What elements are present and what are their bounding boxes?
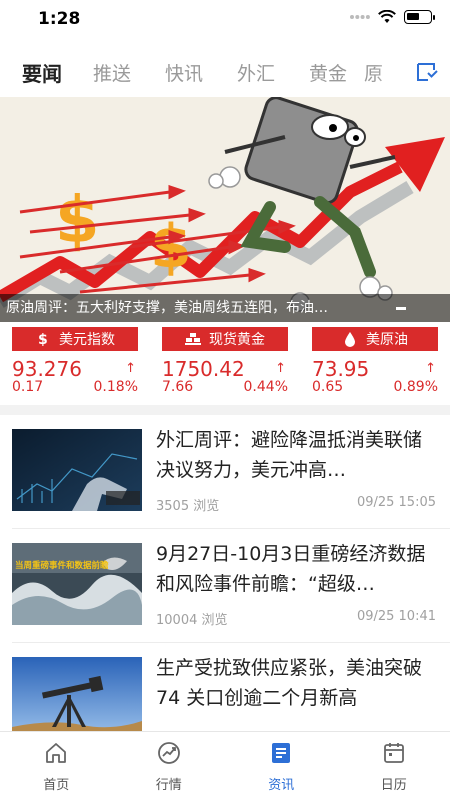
ticker-usd-index[interactable]: $ 美元指数 93.276 ↑ 0.17 0.18% <box>12 327 138 399</box>
edit-channels-button[interactable] <box>412 58 442 86</box>
home-icon <box>43 740 69 766</box>
news-views: 3505 浏览 <box>156 499 220 514</box>
tab-gold[interactable]: 黄金 <box>292 59 364 86</box>
news-time: 09/25 15:05 <box>356 495 436 510</box>
banner-caption-text: 原油周评：五大利好支撑，美油周线五连阳，布油… <box>6 300 328 316</box>
status-bar: 1:28 <box>0 0 450 42</box>
news-thumbnail <box>12 657 142 739</box>
ticker-percent: 0.18% <box>93 379 138 395</box>
status-time: 1:28 <box>38 9 81 29</box>
signal-dots-icon <box>350 15 370 19</box>
svg-text:$: $ <box>38 332 48 347</box>
ticker-price: 93.276 <box>12 357 82 381</box>
nav-market[interactable]: 行情 <box>113 732 226 800</box>
news-title: 外汇周评：避险降温抵消美联储决议努力，美元冲高… <box>156 429 423 481</box>
news-title: 生产受扰致供应紧张，美油突破 74 关口创逾二个月新高 <box>156 657 423 709</box>
nav-home[interactable]: 首页 <box>0 732 113 800</box>
news-thumbnail: 当周重磅事件和数据前瞻 <box>12 543 142 625</box>
gold-bars-icon <box>185 331 201 347</box>
ticker-percent: 0.44% <box>243 379 288 395</box>
nav-label: 行情 <box>155 778 182 793</box>
ticker-change: 7.66 <box>162 379 194 395</box>
status-icons <box>350 10 435 24</box>
news-item[interactable]: 当周重磅事件和数据前瞻 9月27日-10月3日重磅经济数据和风险事件前瞻：“超级… <box>0 529 450 643</box>
news-icon <box>268 740 294 766</box>
ticker-header: $ 美元指数 <box>12 327 138 351</box>
news-item[interactable]: 外汇周评：避险降温抵消美联储决议努力，美元冲高… 3505 浏览 09/25 1… <box>0 415 450 529</box>
up-arrow-icon: ↑ <box>125 361 136 376</box>
nav-calendar[interactable]: 日历 <box>338 732 450 800</box>
news-time: 09/25 10:41 <box>356 609 436 624</box>
market-chart-icon <box>156 740 182 766</box>
oil-drop-icon <box>342 331 358 347</box>
ticker-name: 美原油 <box>366 332 408 348</box>
news-thumbnail <box>12 429 142 511</box>
edit-channels-icon <box>417 63 438 81</box>
ticker-us-crude[interactable]: 美原油 73.95 ↑ 0.65 0.89% <box>312 327 438 399</box>
tab-push[interactable]: 推送 <box>76 59 148 86</box>
featured-banner[interactable]: $ $ 原油周评：五大利好支撑，美油周线五连阳，布油… <box>0 97 450 322</box>
nav-label: 日历 <box>380 778 407 793</box>
finance-hand-chart-image <box>12 429 142 511</box>
battery-icon <box>404 10 435 24</box>
nav-label: 资讯 <box>268 778 295 793</box>
bottom-nav: 首页 行情 资讯 日历 <box>0 731 450 800</box>
ticker-header: 现货黄金 <box>162 327 288 351</box>
storm-wave-image: 当周重磅事件和数据前瞻 <box>12 543 142 625</box>
tab-forex[interactable]: 外汇 <box>220 59 292 86</box>
section-divider <box>0 405 450 415</box>
ticker-change: 0.65 <box>312 379 344 395</box>
nav-news[interactable]: 资讯 <box>225 732 338 800</box>
up-arrow-icon: ↑ <box>425 361 436 376</box>
nav-label: 首页 <box>43 778 70 793</box>
calendar-icon <box>381 740 407 766</box>
ticker-header: 美原油 <box>312 327 438 351</box>
carousel-indicator <box>396 307 406 310</box>
ticker-change: 0.17 <box>12 379 44 395</box>
ticker-name: 美元指数 <box>59 332 115 348</box>
news-title: 9月27日-10月3日重磅经济数据和风险事件前瞻：“超级… <box>156 543 426 595</box>
wifi-icon <box>378 10 396 23</box>
ticker-price: 1750.42 <box>162 357 245 381</box>
ticker-spot-gold[interactable]: 现货黄金 1750.42 ↑ 7.66 0.44% <box>162 327 288 399</box>
banner-caption: 原油周评：五大利好支撑，美油周线五连阳，布油… <box>0 294 450 322</box>
tab-flash[interactable]: 快讯 <box>148 59 220 86</box>
ticker-price: 73.95 <box>312 357 370 381</box>
ticker-percent: 0.89% <box>393 379 438 395</box>
dollar-icon: $ <box>35 331 51 347</box>
oil-pump-image <box>12 657 142 739</box>
market-tickers: $ 美元指数 93.276 ↑ 0.17 0.18% 现货黄金 1750.42 … <box>0 327 450 399</box>
thumbnail-caption: 当周重磅事件和数据前瞻 <box>15 560 109 571</box>
up-arrow-icon: ↑ <box>275 361 286 376</box>
category-tabs: 要闻 推送 快讯 外汇 黄金 原 <box>0 48 450 96</box>
tabs-fade <box>376 48 406 96</box>
battery-level <box>407 13 419 20</box>
news-views: 10004 浏览 <box>156 613 228 628</box>
svg-text:$: $ <box>150 212 192 282</box>
falling-oil-barrel-illustration: $ $ <box>0 97 450 322</box>
ticker-name: 现货黄金 <box>209 332 265 348</box>
tab-headlines[interactable]: 要闻 <box>0 58 76 87</box>
